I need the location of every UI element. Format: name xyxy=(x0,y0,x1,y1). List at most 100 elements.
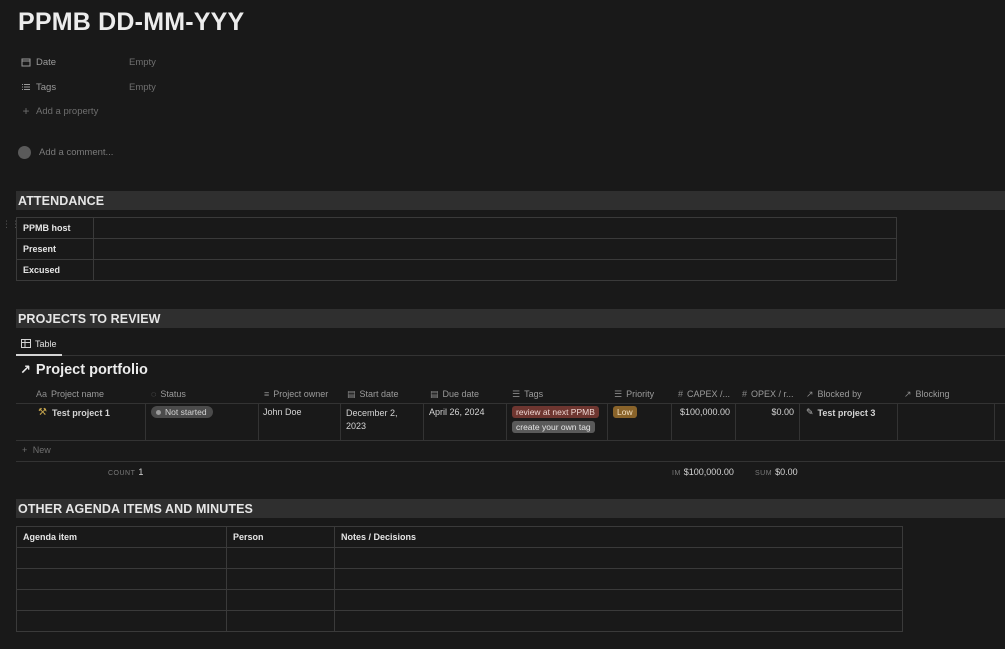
add-property-button[interactable]: + Add a property xyxy=(20,104,98,118)
column-header-project-name[interactable]: Aa Project name xyxy=(36,386,144,402)
agenda-cell[interactable] xyxy=(226,610,335,632)
row-priority[interactable]: Low xyxy=(613,406,637,418)
property-tags[interactable]: Tags Empty xyxy=(20,80,156,94)
view-tabbar: Table xyxy=(16,334,1005,356)
agenda-cell[interactable] xyxy=(16,568,227,590)
agenda-cell[interactable] xyxy=(226,568,335,590)
column-header-capex[interactable]: # CAPEX /... xyxy=(678,386,735,402)
agenda-cell[interactable] xyxy=(16,547,227,569)
attendance-table: PPMB host Present Excused xyxy=(16,217,897,281)
tag-badge: review at next PPMB xyxy=(512,406,599,418)
attendance-value[interactable] xyxy=(93,217,897,239)
column-header-start-date[interactable]: ▤ Start date xyxy=(347,386,425,402)
row-capex[interactable]: $100,000.00 xyxy=(671,407,730,417)
column-label: Tags xyxy=(524,389,544,399)
relation-icon: ↗ xyxy=(806,388,814,399)
count-calculation[interactable]: COUNT 1 xyxy=(108,467,143,477)
avatar xyxy=(18,146,31,159)
column-header-opex[interactable]: # OPEX / r... xyxy=(742,386,799,402)
status-badge: Not started xyxy=(151,406,213,418)
attendance-label[interactable]: Excused xyxy=(16,259,94,281)
column-label: Blocked by xyxy=(817,389,862,399)
new-row-button[interactable]: + New xyxy=(22,445,51,455)
column-header-blocking[interactable]: ↗ Blocking xyxy=(904,386,994,402)
attendance-value[interactable] xyxy=(93,259,897,281)
section-attendance-heading: ATTENDANCE xyxy=(18,193,105,208)
tab-table[interactable]: Table xyxy=(16,334,62,356)
column-header-tags[interactable]: ☰ Tags xyxy=(512,386,608,402)
tag-badge: create your own tag xyxy=(512,421,595,433)
calc-value: $0.00 xyxy=(775,467,798,477)
column-label: OPEX / r... xyxy=(751,389,794,399)
comment-placeholder: Add a comment... xyxy=(39,147,114,158)
status-dot-icon xyxy=(156,409,161,415)
capex-calculation[interactable]: IM $100,000.00 xyxy=(672,467,734,477)
agenda-cell[interactable] xyxy=(16,589,227,611)
calc-value: $100,000.00 xyxy=(683,467,734,477)
row-due-date[interactable]: April 26, 2024 xyxy=(429,407,485,417)
section-projects-heading: PROJECTS TO REVIEW xyxy=(18,311,161,326)
new-row-label: New xyxy=(32,445,51,455)
row-status[interactable]: Not started xyxy=(151,406,213,418)
agenda-cell[interactable] xyxy=(334,547,903,569)
agenda-cell[interactable] xyxy=(334,568,903,590)
row-blocked-by[interactable]: ✎ Test project 3 xyxy=(806,407,875,418)
column-header-status[interactable]: ◌ Status xyxy=(151,386,256,402)
agenda-cell[interactable] xyxy=(334,610,903,632)
page-title[interactable]: PPMB DD-MM-YYY xyxy=(18,8,244,37)
property-date-value[interactable]: Empty xyxy=(129,57,156,68)
list-icon: ☰ xyxy=(512,388,521,399)
row-project-name[interactable]: ⚒ Test project 1 xyxy=(38,407,110,418)
attendance-label[interactable]: PPMB host xyxy=(16,217,94,239)
calendar-icon xyxy=(20,56,32,68)
opex-calculation[interactable]: SUM $0.00 xyxy=(755,467,798,477)
attendance-label[interactable]: Present xyxy=(16,238,94,260)
divider xyxy=(607,403,608,440)
column-header-priority[interactable]: ☰ Priority xyxy=(614,386,670,402)
row-owner[interactable]: John Doe xyxy=(263,407,302,417)
property-date[interactable]: Date Empty xyxy=(20,55,156,69)
divider xyxy=(994,403,995,440)
column-label: Project name xyxy=(51,389,105,399)
database-title[interactable]: ↗ Project portfolio xyxy=(20,362,148,378)
start-date-line: 2023 xyxy=(346,421,367,431)
attendance-value[interactable] xyxy=(93,238,897,260)
divider xyxy=(506,403,507,440)
priority-badge: Low xyxy=(613,406,637,418)
column-header-due-date[interactable]: ▤ Due date xyxy=(430,386,508,402)
agenda-header[interactable]: Notes / Decisions xyxy=(334,526,903,548)
person-icon: ≡ xyxy=(264,389,270,399)
row-tags[interactable]: review at next PPMB create your own tag xyxy=(512,406,599,433)
table-icon xyxy=(21,338,31,350)
divider xyxy=(799,403,800,440)
column-label: Blocking xyxy=(915,389,950,399)
calc-label: COUNT xyxy=(108,470,136,477)
add-comment[interactable]: Add a comment... xyxy=(18,146,113,159)
property-tags-label: Tags xyxy=(36,81,57,93)
agenda-header[interactable]: Person xyxy=(226,526,335,548)
agenda-cell[interactable] xyxy=(334,589,903,611)
section-agenda-heading: OTHER AGENDA ITEMS AND MINUTES xyxy=(18,501,253,516)
agenda-cell[interactable] xyxy=(226,547,335,569)
add-property-label: Add a property xyxy=(36,105,99,117)
list-icon: ☰ xyxy=(614,388,623,399)
calendar-icon: ▤ xyxy=(430,388,439,399)
number-icon: # xyxy=(742,389,748,399)
calc-value: 1 xyxy=(138,467,144,477)
row-opex[interactable]: $0.00 xyxy=(735,407,794,417)
table-row: PPMB host xyxy=(16,217,897,239)
divider xyxy=(340,403,341,440)
table-row: Present xyxy=(16,238,897,260)
text-icon: Aa xyxy=(36,389,48,399)
property-tags-value[interactable]: Empty xyxy=(129,82,156,93)
column-header-project-owner[interactable]: ≡ Project owner xyxy=(264,386,344,402)
row-start-date[interactable]: December 2, 2023 xyxy=(346,407,398,433)
agenda-cell[interactable] xyxy=(226,589,335,611)
agenda-header[interactable]: Agenda item xyxy=(16,526,227,548)
divider xyxy=(423,403,424,440)
divider xyxy=(16,440,1005,441)
agenda-cell[interactable] xyxy=(16,610,227,632)
list-icon xyxy=(20,81,32,93)
column-header-blocked-by[interactable]: ↗ Blocked by xyxy=(806,386,896,402)
divider xyxy=(16,461,1005,462)
